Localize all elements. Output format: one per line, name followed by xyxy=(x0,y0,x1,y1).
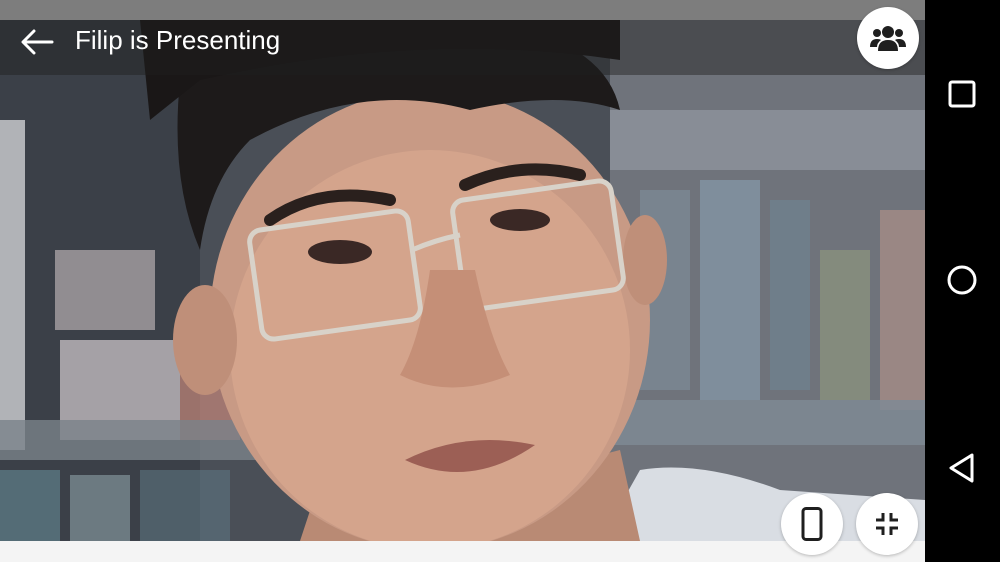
arrow-back-icon xyxy=(21,29,54,55)
back-button[interactable] xyxy=(14,24,60,60)
back-triangle-icon xyxy=(949,453,974,483)
presentation-toolbar: Filip is Presenting xyxy=(0,20,925,75)
smartphone-icon xyxy=(801,507,823,541)
presentation-screen: Filip is Presenting xyxy=(0,0,1000,562)
status-bar xyxy=(0,0,925,20)
recents-square-icon xyxy=(948,80,976,108)
exit-fullscreen-button[interactable] xyxy=(856,493,918,555)
exit-fullscreen-icon xyxy=(876,513,898,535)
system-navigation-bar xyxy=(925,0,1000,562)
home-circle-icon xyxy=(947,265,977,295)
page-title: Filip is Presenting xyxy=(75,25,281,55)
video-feed xyxy=(0,20,925,541)
bottom-strip xyxy=(0,541,925,562)
home-button[interactable] xyxy=(937,255,987,305)
recents-button[interactable] xyxy=(937,69,987,119)
participants-icon xyxy=(870,26,906,51)
system-back-button[interactable] xyxy=(937,443,987,493)
video-frame xyxy=(0,20,925,541)
mobile-view-button[interactable] xyxy=(781,493,843,555)
participants-button[interactable] xyxy=(857,7,919,69)
